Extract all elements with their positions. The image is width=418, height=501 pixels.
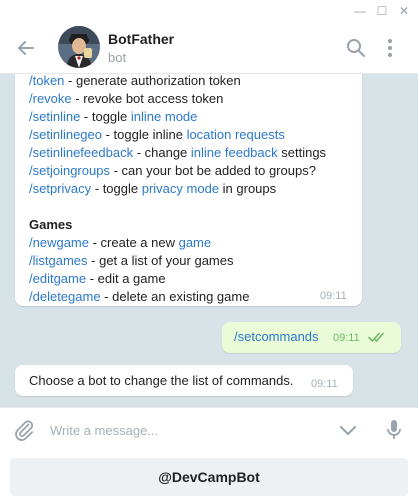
message-time: 09:11 bbox=[311, 378, 338, 390]
help-link[interactable]: inline feedback bbox=[191, 145, 278, 160]
bot-keyboard: @DevCampBot bbox=[0, 451, 418, 501]
help-line: /setjoingroups - can your bot be added t… bbox=[29, 162, 348, 180]
command-link[interactable]: /setinlinefeedback bbox=[29, 145, 133, 160]
maximize-button[interactable]: ☐ bbox=[374, 3, 390, 19]
attach-icon bbox=[15, 420, 34, 441]
microphone-icon bbox=[387, 420, 401, 439]
command-link[interactable]: /setinline bbox=[29, 109, 80, 124]
voice-record-button[interactable] bbox=[382, 418, 406, 442]
message-time: 09:11 bbox=[333, 332, 360, 344]
command-description: - change bbox=[133, 145, 191, 160]
command-link[interactable]: /listgames bbox=[29, 253, 88, 268]
command-link[interactable]: /setinlinegeo bbox=[29, 127, 102, 142]
more-vertical-icon bbox=[388, 39, 392, 57]
help-link[interactable]: privacy mode bbox=[142, 181, 219, 196]
help-line: /setinlinefeedback - change inline feedb… bbox=[29, 144, 348, 162]
chat-header: BotFather bot bbox=[0, 22, 418, 74]
back-button[interactable] bbox=[14, 36, 38, 60]
message-composer bbox=[0, 407, 418, 451]
help-line: /editgame - edit a game bbox=[29, 270, 348, 288]
outgoing-message: /setcommands 09:11 bbox=[222, 322, 401, 353]
command-link[interactable]: /setprivacy bbox=[29, 181, 91, 196]
command-link[interactable]: /newgame bbox=[29, 235, 89, 250]
minimize-button[interactable]: — bbox=[352, 3, 368, 19]
reply-text: Choose a bot to change the list of comma… bbox=[29, 373, 294, 388]
help-link[interactable]: inline mode bbox=[131, 109, 198, 124]
bot-select-button[interactable]: @DevCampBot bbox=[10, 458, 408, 496]
help-line: /setprivacy - toggle privacy mode in gro… bbox=[29, 180, 348, 198]
message-list[interactable]: /token - generate authorization token/re… bbox=[0, 74, 418, 407]
avatar[interactable] bbox=[58, 26, 100, 68]
bot-reply-message: Choose a bot to change the list of comma… bbox=[15, 365, 353, 396]
help-link[interactable]: location requests bbox=[187, 127, 285, 142]
command-description: - generate authorization token bbox=[64, 74, 241, 88]
help-line: /revoke - revoke bot access token bbox=[29, 90, 348, 108]
command-link[interactable]: /setjoingroups bbox=[29, 163, 110, 178]
message-input[interactable] bbox=[50, 420, 310, 440]
help-line: /listgames - get a list of your games bbox=[29, 252, 348, 270]
maximize-icon: ☐ bbox=[376, 4, 388, 18]
command-link[interactable]: /deletegame bbox=[29, 289, 101, 304]
command-description: settings bbox=[277, 145, 327, 160]
double-check-icon bbox=[368, 332, 384, 342]
command-description: - create a new bbox=[88, 235, 179, 250]
command-description: - get a list of your games bbox=[87, 253, 234, 268]
help-text: /token - generate authorization token/re… bbox=[29, 74, 348, 306]
command-description: - revoke bot access token bbox=[71, 91, 224, 106]
chat-title[interactable]: BotFather bbox=[108, 31, 174, 47]
close-icon: ✕ bbox=[398, 4, 410, 18]
help-line: /token - generate authorization token bbox=[29, 74, 348, 90]
chevron-down-icon bbox=[340, 426, 356, 435]
command-description: in groups bbox=[219, 181, 277, 196]
back-arrow-icon bbox=[18, 41, 34, 55]
section-heading: Games bbox=[29, 217, 73, 232]
attach-button[interactable] bbox=[12, 418, 36, 442]
search-button[interactable] bbox=[344, 36, 368, 60]
command-description: - edit a game bbox=[86, 271, 166, 286]
bot-help-message: /token - generate authorization token/re… bbox=[15, 74, 362, 306]
search-icon bbox=[347, 39, 365, 57]
command-description: - toggle bbox=[91, 181, 142, 196]
help-line: /newgame - create a new game bbox=[29, 234, 348, 252]
outgoing-command-link[interactable]: /setcommands bbox=[234, 329, 319, 344]
help-line: /deletegame - delete an existing game bbox=[29, 288, 348, 306]
command-link[interactable]: /revoke bbox=[29, 91, 72, 106]
command-description: - toggle inline bbox=[102, 127, 187, 142]
command-description: - can your bot be added to groups? bbox=[109, 163, 316, 178]
close-window-button[interactable]: ✕ bbox=[396, 3, 412, 19]
help-line: /setinlinegeo - toggle inline location r… bbox=[29, 126, 348, 144]
hide-keyboard-button[interactable] bbox=[336, 418, 360, 442]
help-link[interactable]: game bbox=[179, 235, 212, 250]
minimize-icon: — bbox=[354, 4, 366, 18]
message-time: 09:11 bbox=[320, 290, 347, 302]
more-menu-button[interactable] bbox=[378, 36, 402, 60]
command-description: - delete an existing game bbox=[100, 289, 250, 304]
command-link[interactable]: /token bbox=[29, 74, 64, 88]
help-line: Games bbox=[29, 216, 348, 234]
help-line: /setinline - toggle inline mode bbox=[29, 108, 348, 126]
window-titlebar: — ☐ ✕ bbox=[0, 0, 418, 22]
chat-status: bot bbox=[108, 50, 127, 65]
command-link[interactable]: /editgame bbox=[29, 271, 86, 286]
command-description: - toggle bbox=[80, 109, 131, 124]
